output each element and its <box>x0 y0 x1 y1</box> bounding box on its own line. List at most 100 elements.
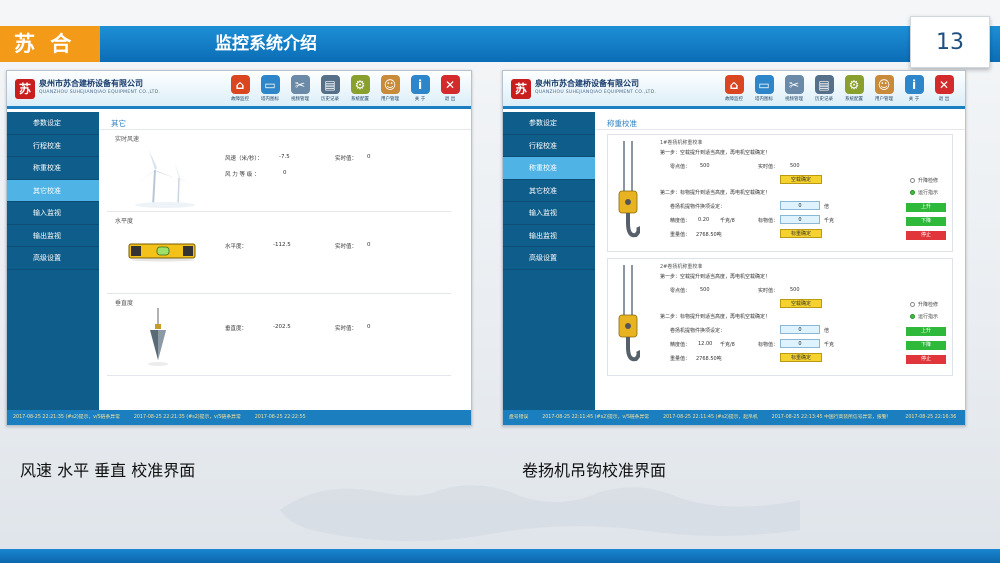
zero-value: 500 <box>700 163 710 169</box>
stop-button[interactable]: 停止 <box>906 231 946 240</box>
hook-calibration-block: 2#卷扬机称重校准 第一步：空载提升到适当高度，再电机空载确定！ 零点值： 500 实时… <box>607 258 953 376</box>
toolbar-label: 用户管理 <box>381 97 399 102</box>
target-input[interactable]: 0 <box>780 339 820 348</box>
realtime-label: 实时值： <box>758 164 779 170</box>
toolbar-home-button[interactable]: ⌂ 故障监控 <box>719 73 749 107</box>
toolbar-label: 系统配置 <box>845 97 863 102</box>
toolbar-label: 退 出 <box>938 97 950 102</box>
sidebar-item[interactable]: 行程校准 <box>503 135 595 157</box>
weight-confirm-button[interactable]: 标重确定 <box>780 229 822 238</box>
toolbar-user-button[interactable]: ☺ 用户管理 <box>869 73 899 107</box>
exit-icon: ✕ <box>934 75 954 94</box>
company-name-en: QUANZHOU SUHEJIANQIAO EQUIPMENT CO.,LTD. <box>39 90 161 95</box>
weight-confirm-button[interactable]: 标重确定 <box>780 353 822 362</box>
radio-label: 升降检修 <box>917 302 938 308</box>
raise-button[interactable]: 上升 <box>906 203 946 212</box>
toolbar-label: 塔内图标 <box>261 97 279 102</box>
weight-unit: 倍 <box>824 328 830 334</box>
weigh-label: 重量值： <box>670 356 691 362</box>
raise-button[interactable]: 上升 <box>906 327 946 336</box>
hook-calibration-block: 1#卷扬机称重校准 第一步：空载提升到适当高度，再电机空载确定！ 零点值： 500 实时… <box>607 134 953 252</box>
precision-label: 精度值： <box>670 342 691 348</box>
wind-turbine-icon <box>135 150 195 208</box>
empty-confirm-button[interactable]: 空载确定 <box>780 175 822 184</box>
wind-speed-value: -7.5 <box>279 154 290 160</box>
hook-title: 1#卷扬机称重校准 <box>660 140 703 146</box>
precision-label: 精度值： <box>670 218 691 224</box>
status-message: 2017-08-25 22:13:45 中国行高装所信号异常，报警！ <box>771 415 892 420</box>
records-icon: ▤ <box>320 75 340 94</box>
toolbar-monitor-button[interactable]: ▭ 塔内图标 <box>255 73 285 107</box>
step1-text: 第一步：空载提升到适当高度，再电机空载确定！ <box>660 150 771 156</box>
weight-setting-input[interactable]: 0 <box>780 201 820 210</box>
weigh-value: 2768.50吨 <box>696 356 722 362</box>
toolbar-records-button[interactable]: ▤ 历史记录 <box>315 73 345 107</box>
stop-button[interactable]: 停止 <box>906 355 946 364</box>
level-value: -112.5 <box>273 242 291 248</box>
toolbar-records-button[interactable]: ▤ 历史记录 <box>809 73 839 107</box>
maintenance-radio[interactable]: 升降检修 <box>909 177 938 184</box>
run-indicator-radio[interactable]: 运行指示 <box>909 313 938 320</box>
wind-realtime-value: 0 <box>367 154 371 160</box>
toolbar-exit-button[interactable]: ✕ 退 出 <box>435 73 465 107</box>
info-icon: i <box>410 75 430 94</box>
company-name: 泉州市苏合建桥设备有限公司 <box>535 79 639 88</box>
toolbar-exit-button[interactable]: ✕ 退 出 <box>929 73 959 107</box>
lower-button[interactable]: 下降 <box>906 341 946 350</box>
maintenance-radio[interactable]: 升降检修 <box>909 301 938 308</box>
spirit-level-icon <box>128 243 196 262</box>
page-number: 13 <box>910 16 990 68</box>
status-message: 2017-08-25 22:11:45 (#s2)提示，v/S链条异常 <box>542 415 650 420</box>
sidebar-item[interactable]: 输入监视 <box>7 202 99 225</box>
status-message: 2017-08-25 22:21:35 (#s2)提示，v/S链条异常 <box>13 415 120 420</box>
toolbar-settings-button[interactable]: ⚙ 系统配置 <box>839 73 869 107</box>
toolbar-label: 故障监控 <box>725 97 743 102</box>
precision-unit: 千克/8 <box>720 218 735 224</box>
sidebar-item[interactable]: 高级设置 <box>7 247 99 270</box>
step2-text: 第二步：标物提升到适当高度，再电机空载确定！ <box>660 190 771 196</box>
run-indicator-radio[interactable]: 运行指示 <box>909 189 938 196</box>
other-calibration-screenshot: 苏 泉州市苏合建桥设备有限公司 QUANZHOU SUHEJIANQIAO EQ… <box>6 70 472 426</box>
toolbar-tools-button[interactable]: ✂ 视频管理 <box>285 73 315 107</box>
tools-icon: ✂ <box>290 75 310 94</box>
sidebar: 参数设定 行程校准 称重校准 其它校准 输入监视 输出监视 高级设置 <box>7 112 99 410</box>
status-message: 2017-08-25 22:11:45 (#s2)提示，起吊机 <box>663 415 758 420</box>
title-bar: 监控系统介绍 <box>100 26 1000 62</box>
toolbar-user-button[interactable]: ☺ 用户管理 <box>375 73 405 107</box>
sidebar-item[interactable]: 其它校准 <box>503 180 595 202</box>
toolbar-info-button[interactable]: i 关 于 <box>405 73 435 107</box>
sidebar-item[interactable]: 参数设定 <box>7 112 99 135</box>
lower-button[interactable]: 下降 <box>906 217 946 226</box>
sidebar-item[interactable]: 高级设置 <box>503 247 595 270</box>
monitor-icon: ▭ <box>260 75 280 94</box>
world-map-decoration <box>280 485 800 542</box>
wind-label: 实时风速 <box>115 136 140 143</box>
toolbar-info-button[interactable]: i 关 于 <box>899 73 929 107</box>
empty-confirm-button[interactable]: 空载确定 <box>780 299 822 308</box>
level-realtime-label: 实时值： <box>335 244 358 250</box>
toolbar-tools-button[interactable]: ✂ 视频管理 <box>779 73 809 107</box>
toolbar-settings-button[interactable]: ⚙ 系统配置 <box>345 73 375 107</box>
content-area: 其它 实时风速 风速（米/秒）： -7.5 实时值： 0 风 力 等 级 ： 0 <box>99 112 471 410</box>
weight-setting-label: 卷扬机提物件换项设定： <box>670 328 726 334</box>
sidebar-item[interactable]: 称重校准 <box>503 157 595 180</box>
weigh-value: 2768.50吨 <box>696 232 722 238</box>
radio-on-icon <box>909 314 915 319</box>
status-message: 盘号错误 <box>509 415 529 420</box>
radio-label: 升降检修 <box>917 178 938 184</box>
target-unit: 千克 <box>824 342 835 348</box>
target-input[interactable]: 0 <box>780 215 820 224</box>
sidebar-item[interactable]: 称重校准 <box>7 157 99 180</box>
precision-value: 12.00 <box>698 341 713 347</box>
toolbar-monitor-button[interactable]: ▭ 塔内图标 <box>749 73 779 107</box>
sidebar-item[interactable]: 输入监视 <box>503 202 595 225</box>
toolbar-home-button[interactable]: ⌂ 故障监控 <box>225 73 255 107</box>
sidebar-item[interactable]: 行程校准 <box>7 135 99 157</box>
toolbar-label: 视频管理 <box>291 97 309 102</box>
weight-setting-input[interactable]: 0 <box>780 325 820 334</box>
radio-off-icon <box>909 178 915 183</box>
sidebar-item[interactable]: 其它校准 <box>7 179 99 202</box>
sidebar-item[interactable]: 输出监视 <box>7 225 99 247</box>
sidebar-item[interactable]: 输出监视 <box>503 225 595 247</box>
sidebar-item[interactable]: 参数设定 <box>503 112 595 135</box>
